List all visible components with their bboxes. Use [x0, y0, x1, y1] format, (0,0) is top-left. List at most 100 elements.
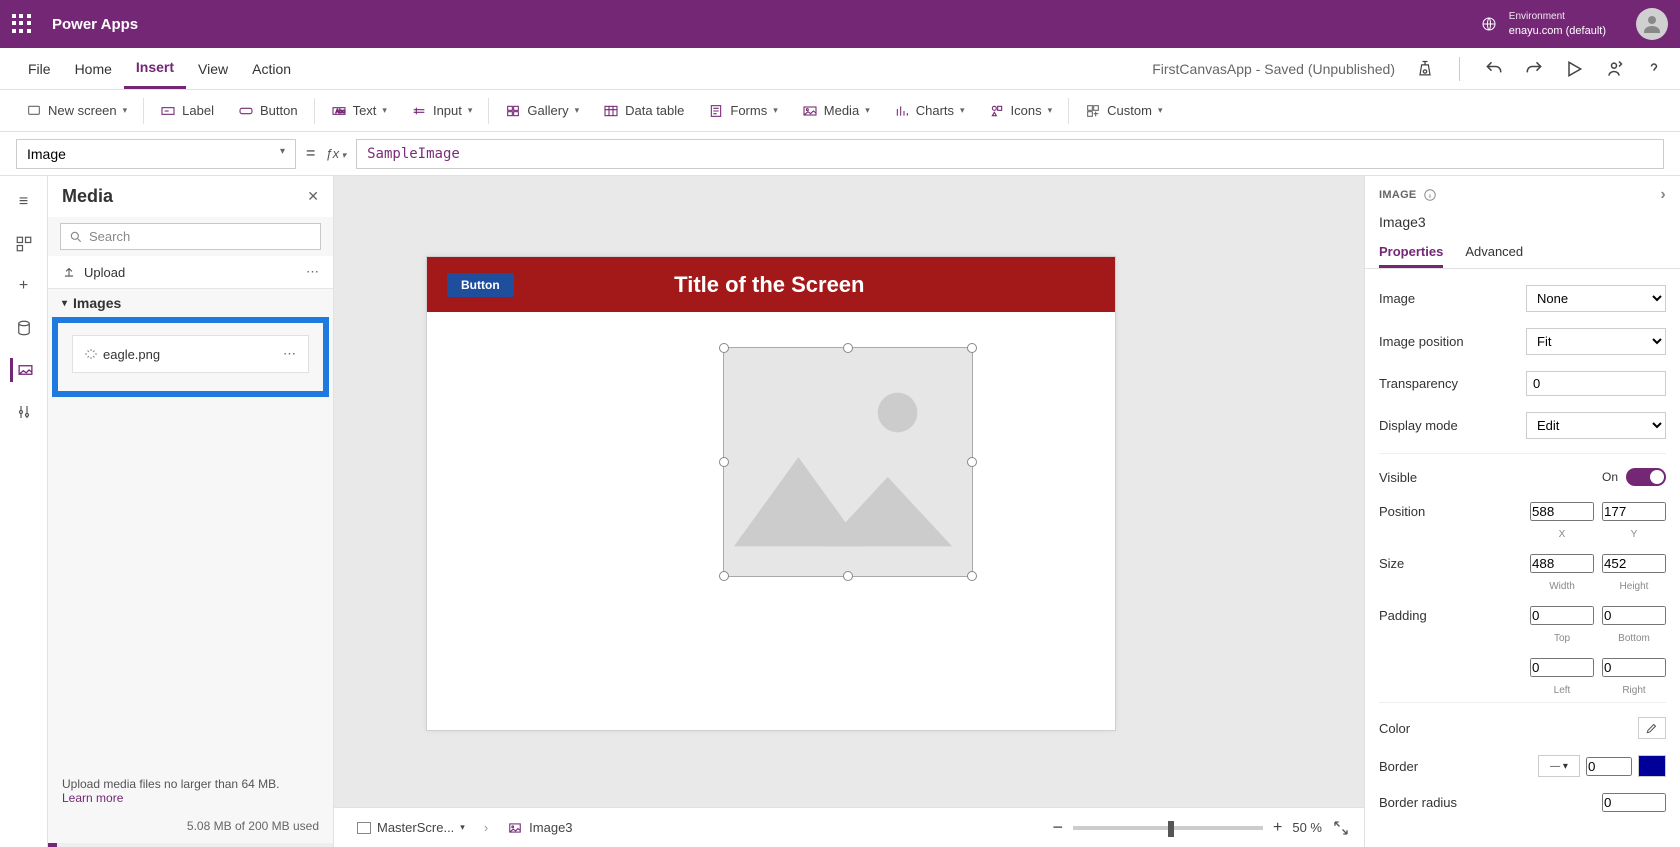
resize-handle[interactable]	[967, 571, 977, 581]
media-dropdown[interactable]: Media	[792, 99, 880, 123]
prop-position-label: Position	[1379, 504, 1425, 519]
resize-handle[interactable]	[843, 571, 853, 581]
search-box[interactable]: Search	[60, 223, 321, 250]
fit-screen-icon[interactable]	[1332, 819, 1350, 837]
color-picker[interactable]	[1638, 717, 1666, 739]
redo-icon[interactable]	[1524, 59, 1544, 79]
property-dropdown[interactable]: Image	[16, 139, 296, 169]
prop-image-label: Image	[1379, 291, 1415, 306]
pad-left-input[interactable]	[1530, 658, 1594, 677]
menu-file[interactable]: File	[16, 48, 63, 89]
pos-y-input[interactable]	[1602, 502, 1666, 521]
border-style-select[interactable]: — ▾	[1538, 755, 1580, 777]
canvas-area[interactable]: Button Title of the Screen MasterSc	[334, 176, 1364, 847]
undo-icon[interactable]	[1484, 59, 1504, 79]
add-icon[interactable]: +	[12, 274, 36, 298]
menu-home[interactable]: Home	[63, 48, 124, 89]
user-avatar[interactable]	[1636, 8, 1668, 40]
prop-image-select[interactable]: None	[1526, 285, 1666, 312]
zoom-out-icon[interactable]: −	[1053, 817, 1064, 838]
media-file-item[interactable]: eagle.png ⋯	[72, 335, 309, 373]
gallery-icon	[505, 103, 521, 119]
app-status: FirstCanvasApp - Saved (Unpublished)	[1152, 61, 1395, 77]
icons-dropdown[interactable]: Icons	[979, 99, 1063, 123]
resize-handle[interactable]	[719, 457, 729, 467]
collapse-icon[interactable]: ›	[1660, 186, 1666, 204]
upload-button[interactable]: Upload	[62, 265, 125, 280]
play-icon[interactable]	[1564, 59, 1584, 79]
gallery-dropdown[interactable]: Gallery	[495, 99, 589, 123]
zoom-in-icon[interactable]: +	[1273, 819, 1282, 837]
data-icon[interactable]	[12, 316, 36, 340]
forms-dropdown[interactable]: Forms	[698, 99, 787, 123]
input-dropdown[interactable]: Input	[401, 99, 482, 123]
tab-properties[interactable]: Properties	[1379, 238, 1443, 268]
size-w-input[interactable]	[1530, 554, 1594, 573]
button-button[interactable]: Button	[228, 99, 308, 123]
formula-input[interactable]: SampleImage	[356, 139, 1664, 169]
prop-size-label: Size	[1379, 556, 1404, 571]
resize-handle[interactable]	[967, 343, 977, 353]
prop-transparency-input[interactable]	[1526, 371, 1666, 396]
menu-view[interactable]: View	[186, 48, 240, 89]
app-launcher-icon[interactable]	[12, 14, 32, 34]
resize-handle[interactable]	[967, 457, 977, 467]
image-control[interactable]	[723, 347, 973, 577]
breadcrumb-screen[interactable]: MasterScre... ▾	[348, 816, 474, 839]
prop-imgpos-select[interactable]: Fit	[1526, 328, 1666, 355]
title-bar: Power Apps Environment enayu.com (defaul…	[0, 0, 1680, 48]
learn-more-link[interactable]: Learn more	[62, 791, 123, 805]
border-width-input[interactable]	[1586, 757, 1632, 776]
prop-transparency-label: Transparency	[1379, 376, 1458, 391]
breadcrumb-control[interactable]: Image3	[498, 816, 581, 839]
resize-handle[interactable]	[843, 343, 853, 353]
size-h-input[interactable]	[1602, 554, 1666, 573]
hamburger-icon[interactable]: ≡	[12, 190, 36, 214]
svg-text:Abc: Abc	[335, 109, 345, 115]
data-table-button[interactable]: Data table	[593, 99, 694, 123]
chevron-down-icon: ▾	[62, 298, 67, 309]
resize-handle[interactable]	[719, 571, 729, 581]
prop-display-select[interactable]: Edit	[1526, 412, 1666, 439]
control-name[interactable]: Image3	[1365, 214, 1680, 238]
pad-right-input[interactable]	[1602, 658, 1666, 677]
images-group[interactable]: ▾ Images	[48, 289, 333, 317]
share-icon[interactable]	[1604, 59, 1624, 79]
charts-dropdown[interactable]: Charts	[884, 99, 975, 123]
border-color-picker[interactable]	[1638, 755, 1666, 777]
tree-view-icon[interactable]	[12, 232, 36, 256]
equals-label: =	[306, 145, 315, 163]
upload-row: Upload ⋯	[48, 256, 333, 289]
prop-visible-label: Visible	[1379, 470, 1417, 485]
pad-bottom-input[interactable]	[1602, 606, 1666, 625]
info-icon[interactable]	[1423, 188, 1437, 202]
pos-x-input[interactable]	[1530, 502, 1594, 521]
menu-insert[interactable]: Insert	[124, 48, 186, 89]
fx-button[interactable]: ƒx	[325, 146, 346, 161]
text-dropdown[interactable]: Abc Text	[321, 99, 397, 123]
resize-handle[interactable]	[719, 343, 729, 353]
menu-action[interactable]: Action	[240, 48, 303, 89]
media-rail-icon[interactable]	[10, 358, 34, 382]
close-icon[interactable]: ✕	[307, 188, 319, 205]
prop-border-label: Border	[1379, 759, 1418, 774]
prop-radius-label: Border radius	[1379, 795, 1457, 810]
more-icon[interactable]: ⋯	[306, 264, 319, 280]
custom-dropdown[interactable]: Custom	[1075, 99, 1172, 123]
screen-canvas[interactable]: Button Title of the Screen	[426, 256, 1116, 731]
panel-header: Media ✕	[48, 176, 333, 217]
app-checker-icon[interactable]	[1415, 59, 1435, 79]
visible-toggle[interactable]	[1626, 468, 1666, 486]
file-more-icon[interactable]: ⋯	[283, 346, 296, 362]
tab-advanced[interactable]: Advanced	[1465, 238, 1523, 268]
border-radius-input[interactable]	[1602, 793, 1666, 812]
forms-icon	[708, 103, 724, 119]
help-icon[interactable]	[1644, 59, 1664, 79]
label-button[interactable]: Label	[150, 99, 224, 123]
text-icon: Abc	[331, 103, 347, 119]
new-screen-button[interactable]: New screen	[16, 99, 137, 123]
zoom-slider[interactable]	[1073, 826, 1263, 830]
tools-icon[interactable]	[12, 400, 36, 424]
pad-top-input[interactable]	[1530, 606, 1594, 625]
environment-picker[interactable]: Environment enayu.com (default)	[1481, 10, 1606, 38]
